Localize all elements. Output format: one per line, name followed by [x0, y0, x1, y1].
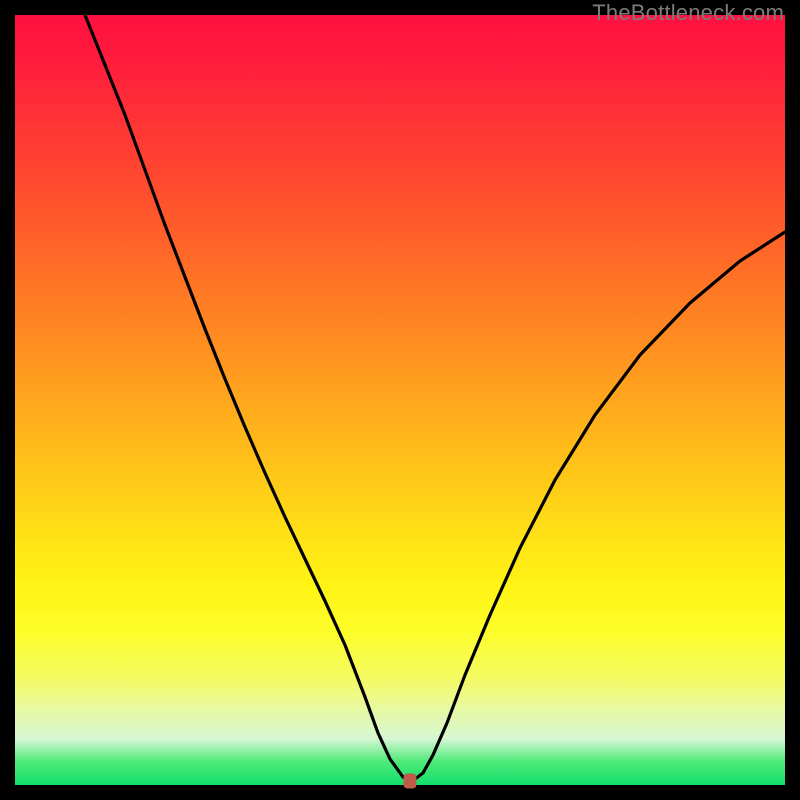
optimum-marker: [404, 774, 417, 789]
chart-frame: TheBottleneck.com: [0, 0, 800, 800]
plot-area: [15, 15, 785, 785]
bottleneck-curve: [15, 15, 785, 785]
watermark-text: TheBottleneck.com: [592, 0, 784, 26]
